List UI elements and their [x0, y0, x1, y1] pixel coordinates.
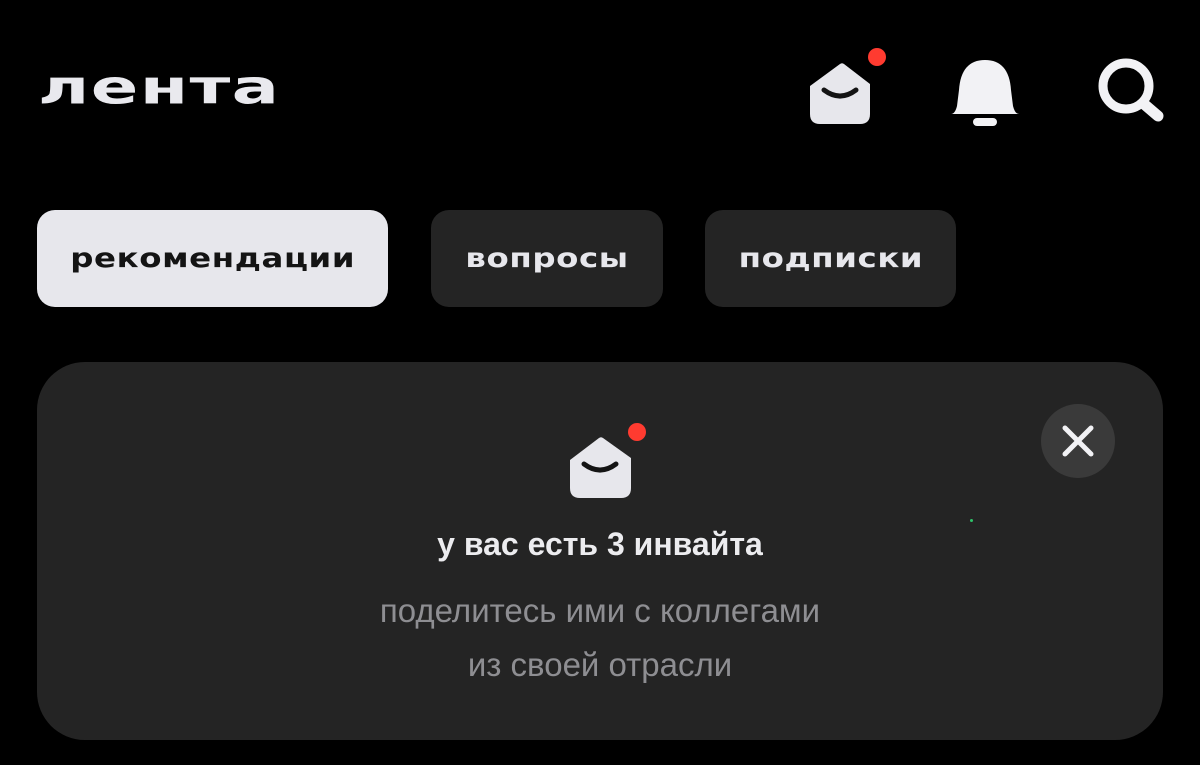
header: лента: [0, 0, 1200, 180]
tab-subscriptions[interactable]: подписки: [705, 210, 956, 307]
envelope-with-notification-icon: [810, 48, 886, 124]
search-icon: [1098, 58, 1164, 122]
invite-card-text: поделитесь ими с коллегами: [379, 592, 821, 629]
tab-questions[interactable]: вопросы: [431, 210, 663, 307]
bell-icon: [951, 60, 1019, 126]
tab-recommendations[interactable]: рекомендации: [37, 210, 388, 307]
invite-card: у вас есть 3 инвайта поделитесь ими с ко…: [37, 362, 1163, 740]
invite-card-title: у вас есть 3 инвайта: [437, 526, 763, 562]
close-icon: [1062, 425, 1094, 457]
invite-envelope: [565, 422, 651, 504]
invites-button[interactable]: [800, 44, 890, 130]
search-button[interactable]: [1092, 52, 1172, 132]
status-dot: [970, 519, 973, 522]
tab-label: рекомендации: [70, 243, 355, 274]
invite-card-text: из своей отрасли: [467, 646, 733, 683]
notifications-button[interactable]: [945, 52, 1025, 132]
close-button[interactable]: [1041, 404, 1115, 478]
tab-label: вопросы: [465, 243, 629, 274]
tab-label: подписки: [738, 243, 923, 274]
page-title: лента: [38, 61, 281, 115]
envelope-with-notification-icon: [570, 423, 646, 498]
